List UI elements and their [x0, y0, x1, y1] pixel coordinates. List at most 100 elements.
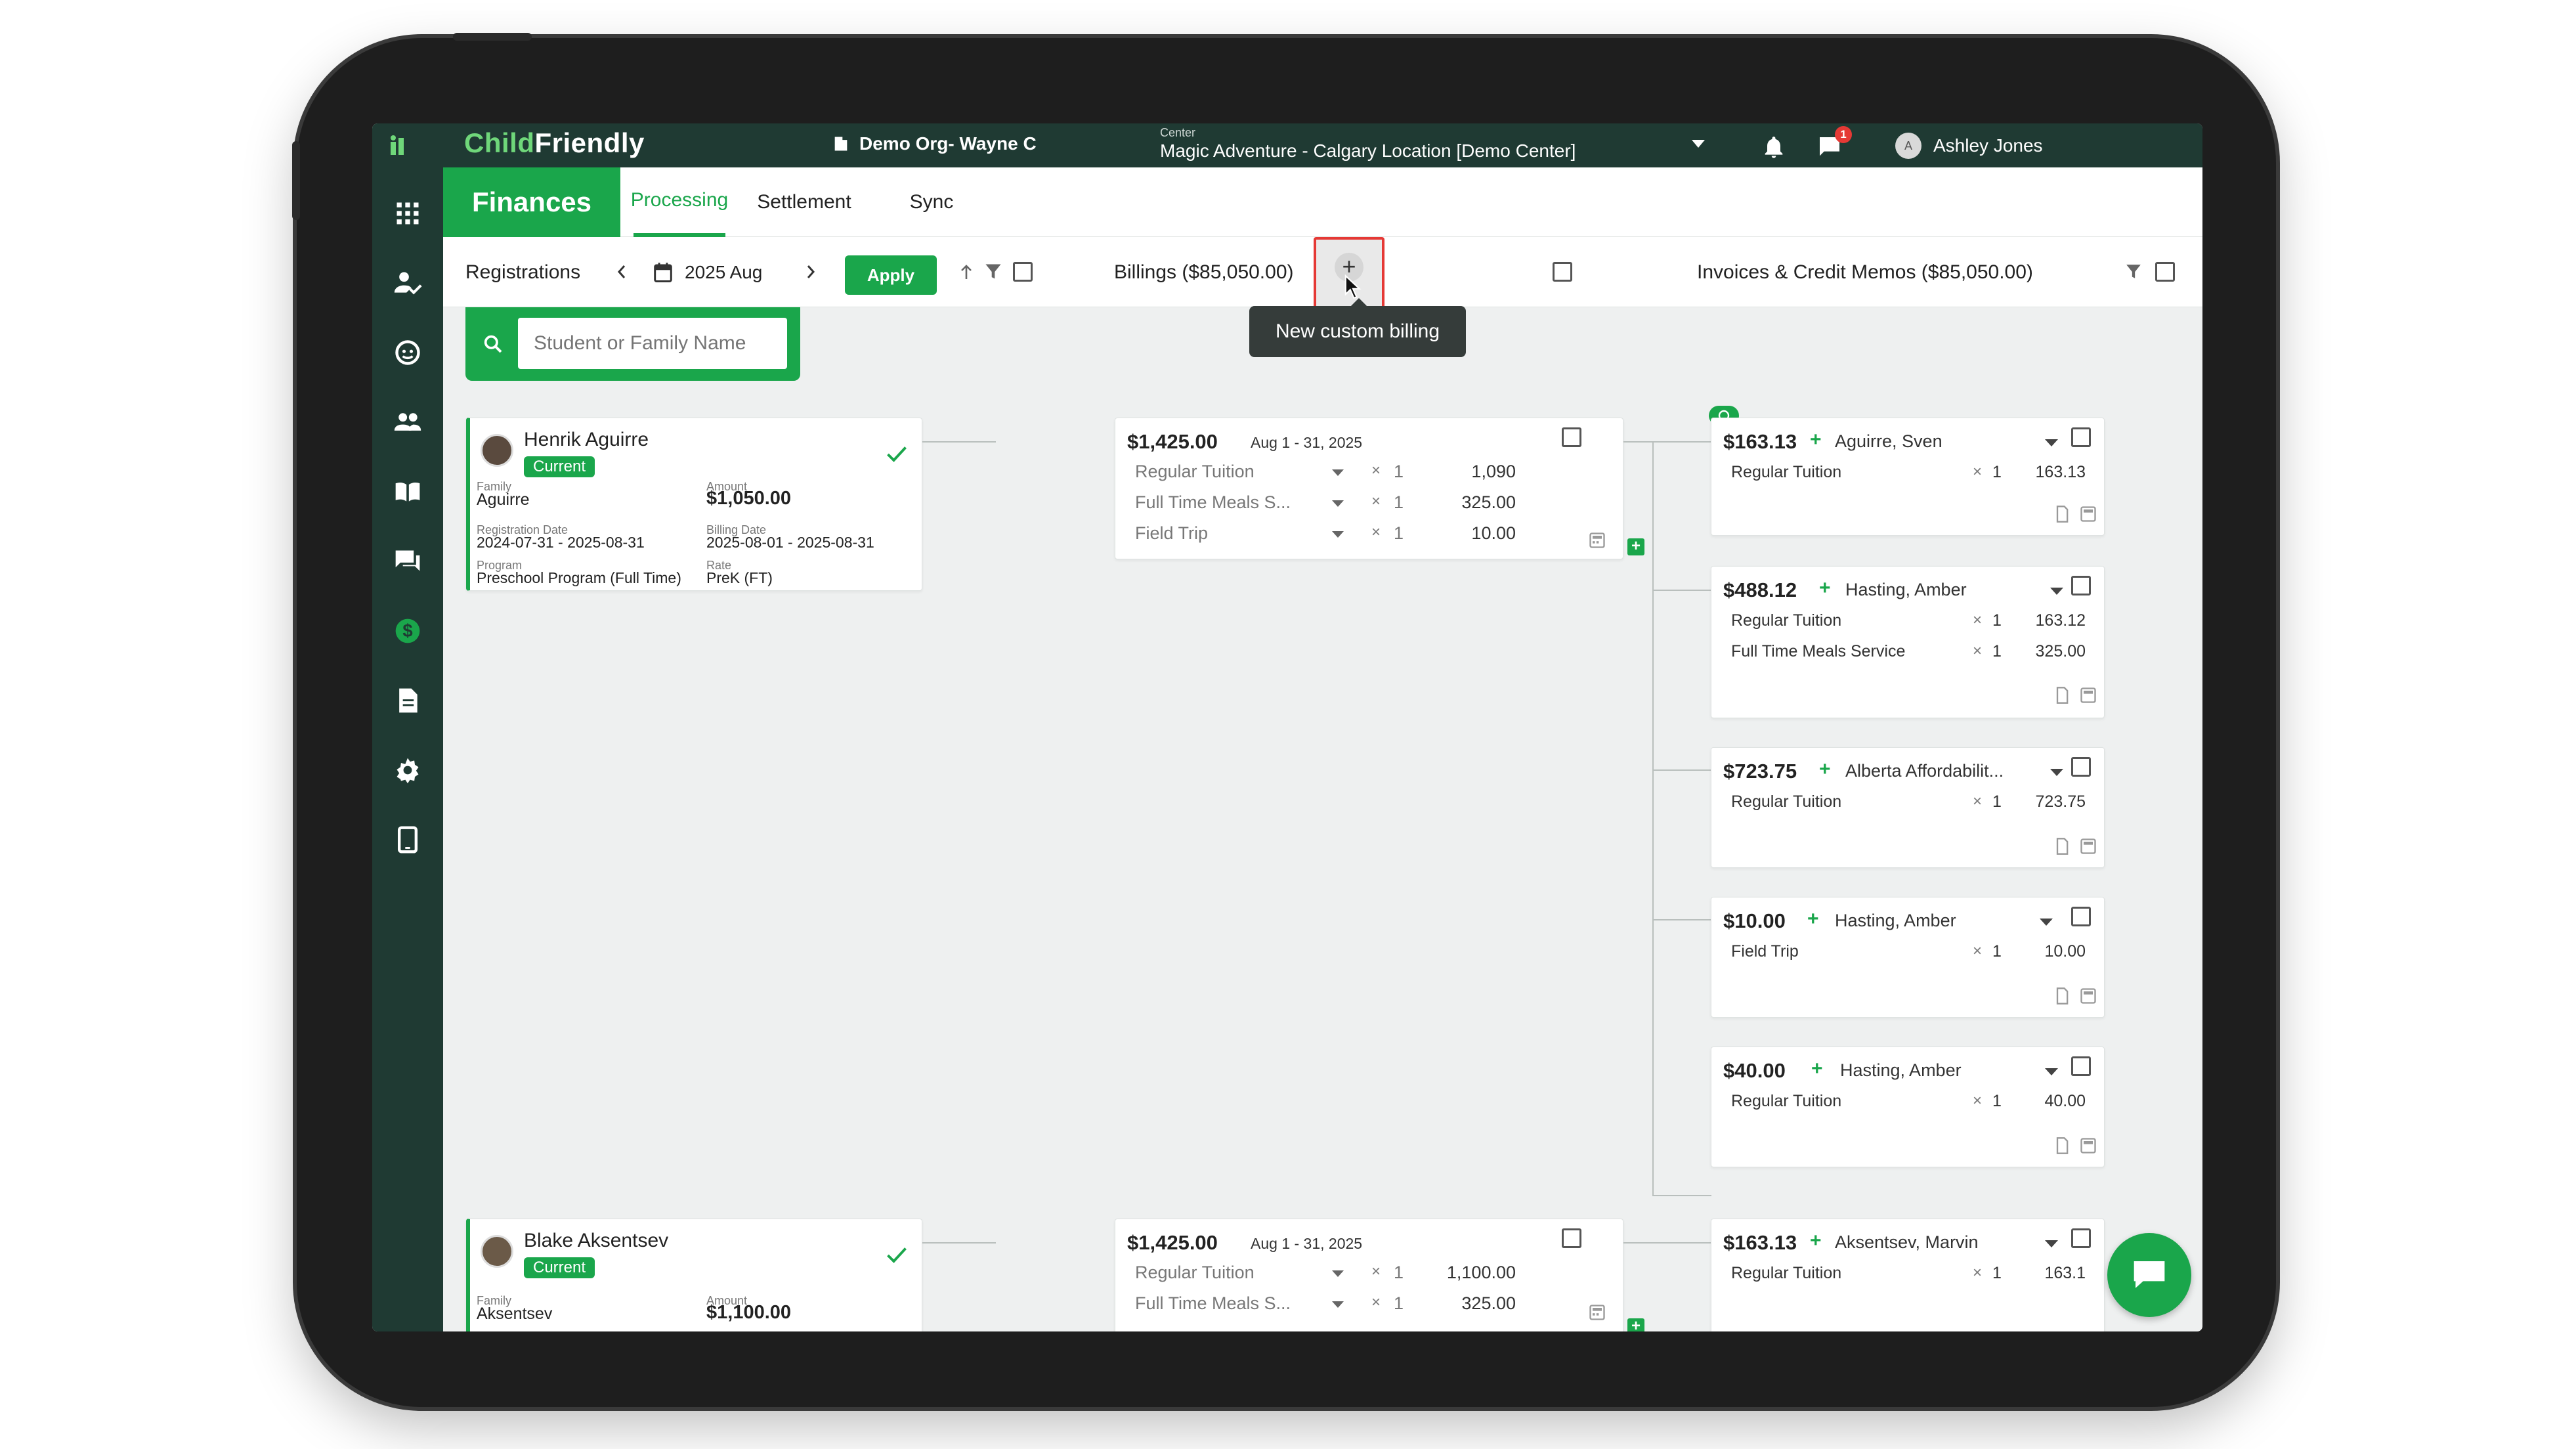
chevron-down-icon[interactable] [1692, 140, 1705, 148]
line-item-qty[interactable]: 1 [1394, 523, 1404, 544]
chat-icon[interactable] [393, 547, 422, 576]
line-item-amount[interactable]: 1,100.00 [1444, 1263, 1516, 1283]
billing-card[interactable]: $1,425.00 Aug 1 - 31, 2025 Regular Tuiti… [1115, 418, 1623, 559]
center-selector[interactable]: Magic Adventure - Calgary Location [Demo… [1160, 141, 1576, 162]
invoice-checkbox[interactable] [2071, 576, 2091, 595]
document-copy-icon[interactable] [2053, 505, 2071, 523]
document-copy-icon[interactable] [2053, 837, 2071, 855]
student-name[interactable]: Blake Aksentsev [524, 1230, 668, 1252]
line-item-qty[interactable]: 1 [1394, 1263, 1404, 1283]
line-item-name[interactable]: Regular Tuition [1135, 1263, 1255, 1283]
chat-support-button[interactable] [2107, 1233, 2191, 1317]
add-line-plus-icon[interactable]: + [1819, 758, 1831, 781]
invoice-checkbox[interactable] [2071, 757, 2091, 777]
month-selector[interactable]: 2025 Aug [685, 237, 762, 307]
line-item-amount[interactable]: 10.00 [1450, 523, 1516, 544]
document-copy-icon[interactable] [2053, 686, 2071, 704]
chevron-down-icon[interactable] [1332, 531, 1344, 538]
apps-grid-icon[interactable] [393, 199, 422, 228]
invoice-card[interactable]: $163.13 + Aksentsev, Marvin Regular Tuit… [1711, 1219, 2105, 1331]
chevron-right-icon[interactable] [803, 262, 819, 282]
chevron-down-icon[interactable] [1332, 469, 1344, 476]
chevron-down-icon[interactable] [2050, 769, 2063, 776]
add-line-plus-icon[interactable]: + [1810, 1230, 1822, 1252]
line-item-name[interactable]: Field Trip [1135, 523, 1208, 544]
brand-logo[interactable]: ChildFriendly [464, 127, 645, 159]
payer-name[interactable]: Aksentsev, Marvin [1835, 1232, 1979, 1253]
user-avatar[interactable]: A [1895, 133, 1921, 159]
invoice-card[interactable]: $488.12 + Hasting, Amber Regular Tuition… [1711, 566, 2105, 718]
tab-finances[interactable]: Finances [443, 167, 620, 237]
face-icon[interactable] [393, 338, 422, 367]
invoice-card[interactable]: $163.13 + Aguirre, Sven Regular Tuition … [1711, 418, 2105, 536]
chevron-down-icon[interactable] [2045, 1068, 2058, 1075]
student-name[interactable]: Henrik Aguirre [524, 429, 649, 451]
select-all-registrations-checkbox[interactable] [1013, 262, 1033, 282]
calculator-icon[interactable] [1588, 1303, 1606, 1322]
line-item-name[interactable]: Regular Tuition [1135, 462, 1255, 482]
calculator-icon[interactable] [2079, 1136, 2097, 1155]
line-item-qty[interactable]: 1 [1394, 492, 1404, 513]
invoice-card[interactable]: $723.75 + Alberta Affordabilit... Regula… [1711, 747, 2105, 868]
calculator-icon[interactable] [2079, 686, 2097, 704]
chevron-down-icon[interactable] [2050, 588, 2063, 595]
line-item-qty[interactable]: 1 [1394, 1293, 1404, 1314]
document-copy-icon[interactable] [2053, 1136, 2071, 1155]
billing-checkbox[interactable] [1562, 1228, 1581, 1248]
invoice-checkbox[interactable] [2071, 1228, 2091, 1248]
search-input[interactable] [518, 318, 787, 369]
line-item-name[interactable]: Full Time Meals S... [1135, 1293, 1291, 1314]
line-item-amount[interactable]: 325.00 [1450, 1293, 1516, 1314]
chevron-down-icon[interactable] [2040, 919, 2053, 926]
tablet-icon[interactable] [393, 825, 422, 854]
user-name[interactable]: Ashley Jones [1933, 135, 2043, 156]
add-invoice-button[interactable]: + [1627, 1318, 1644, 1331]
add-line-plus-icon[interactable]: + [1819, 577, 1831, 599]
payer-name[interactable]: Hasting, Amber [1845, 580, 1967, 600]
calculator-icon[interactable] [2079, 505, 2097, 523]
calculator-icon[interactable] [2079, 837, 2097, 855]
document-copy-icon[interactable] [2053, 987, 2071, 1005]
calculator-icon[interactable] [2079, 987, 2097, 1005]
sort-arrow-icon[interactable] [958, 262, 975, 282]
invoice-card[interactable]: $10.00 + Hasting, Amber Field Trip × 1 1… [1711, 897, 2105, 1018]
invoice-checkbox[interactable] [2071, 1056, 2091, 1076]
tab-sync[interactable]: Sync [886, 167, 977, 237]
add-line-plus-icon[interactable]: + [1811, 1058, 1823, 1080]
line-item-name[interactable]: Full Time Meals S... [1135, 492, 1291, 513]
registration-card[interactable]: Blake Aksentsev Current Family Aksentsev… [466, 1219, 922, 1331]
filter-icon[interactable] [984, 262, 1002, 282]
calculator-icon[interactable] [1588, 531, 1606, 550]
chevron-down-icon[interactable] [2045, 1240, 2058, 1247]
line-item-amount[interactable]: 325.00 [1450, 492, 1516, 513]
invoice-filter-icon[interactable] [2125, 262, 2142, 282]
invoice-card[interactable]: $40.00 + Hasting, Amber Regular Tuition … [1711, 1047, 2105, 1167]
chevron-down-icon[interactable] [1332, 1270, 1344, 1277]
add-line-plus-icon[interactable]: + [1807, 908, 1819, 930]
chevron-down-icon[interactable] [1332, 1301, 1344, 1308]
registration-card[interactable]: Henrik Aguirre Current Family Aguirre Am… [466, 418, 922, 591]
book-icon[interactable] [393, 477, 422, 506]
line-item-qty[interactable]: 1 [1394, 462, 1404, 482]
new-custom-billing-button[interactable]: + [1314, 237, 1385, 311]
line-item-amount[interactable]: 1,090 [1457, 462, 1516, 482]
dollar-icon[interactable]: $ [393, 616, 422, 645]
payer-name[interactable]: Alberta Affordabilit... [1845, 761, 2004, 781]
payer-name[interactable]: Hasting, Amber [1840, 1060, 1962, 1081]
document-icon[interactable] [393, 686, 422, 715]
calendar-icon[interactable] [653, 262, 673, 283]
billing-card[interactable]: $1,425.00 Aug 1 - 31, 2025 Regular Tuiti… [1115, 1219, 1623, 1331]
select-all-invoices-checkbox[interactable] [2155, 262, 2175, 282]
chevron-left-icon[interactable] [614, 262, 630, 282]
gear-icon[interactable] [393, 756, 422, 785]
chevron-down-icon[interactable] [1332, 500, 1344, 507]
org-selector[interactable]: Demo Org- Wayne C [832, 133, 1037, 154]
invoice-checkbox[interactable] [2071, 907, 2091, 926]
apply-button[interactable]: Apply [845, 255, 937, 295]
bell-icon[interactable] [1761, 134, 1787, 160]
chevron-down-icon[interactable] [2045, 439, 2058, 446]
select-all-billings-checkbox[interactable] [1553, 262, 1572, 282]
payer-name[interactable]: Aguirre, Sven [1835, 431, 1943, 452]
invoice-checkbox[interactable] [2071, 427, 2091, 447]
tab-settlement[interactable]: Settlement [739, 167, 870, 237]
